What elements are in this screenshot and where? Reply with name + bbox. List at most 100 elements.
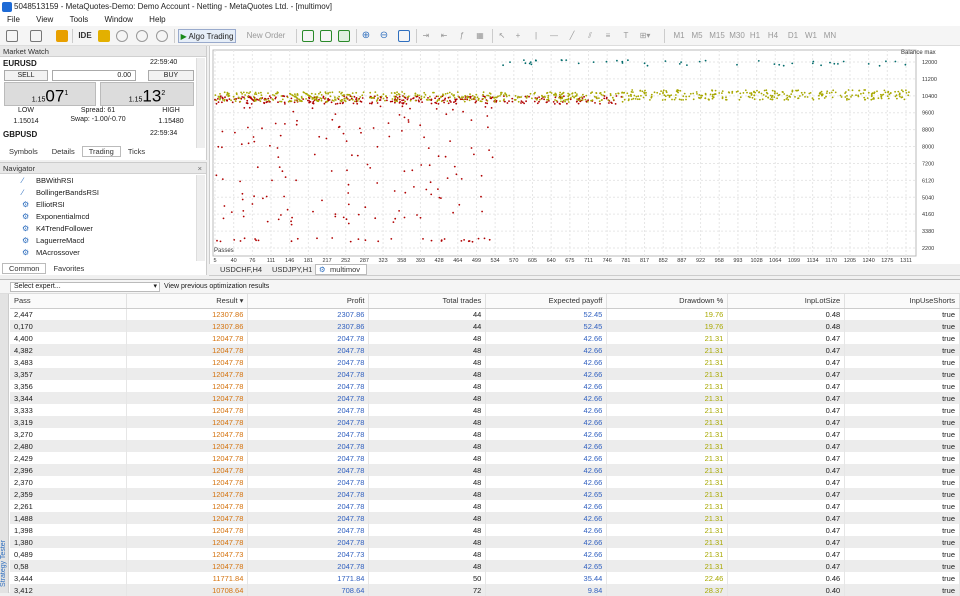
navigator-item[interactable]: ⚙ Exponentialmcd (22, 212, 89, 222)
table-row[interactable]: 2,370 12047.78 2047.78 48 42.66 21.31 0.47 true (10, 476, 960, 488)
navigator-item[interactable]: ∕ BollingerBandsRSI (22, 188, 99, 198)
tester-side-strip[interactable]: Strategy Tester (0, 294, 9, 593)
cursor-icon[interactable]: ↖ (496, 29, 508, 43)
col-drawdown[interactable]: Drawdown % (606, 294, 729, 309)
navigator-item[interactable]: ⚙ MAcrossover (22, 248, 80, 258)
timeframe-h1[interactable]: H1 (748, 29, 762, 43)
vertical-line-icon[interactable]: | (530, 29, 542, 43)
table-row[interactable]: 3,333 12047.78 2047.78 48 42.66 21.31 0.47 true (10, 404, 960, 416)
table-row[interactable]: 4,382 12047.78 2047.78 48 42.66 21.31 0.47 true (10, 344, 960, 356)
table-row[interactable]: 0,58 12047.78 2047.78 48 42.65 21.31 0.47 true (10, 560, 960, 572)
bar-chart-icon[interactable] (302, 30, 314, 42)
col-total-trades[interactable]: Total trades (368, 294, 487, 309)
profiles-icon[interactable] (30, 30, 42, 42)
navigator-item[interactable]: ∕ BBWithRSI (22, 176, 74, 186)
timeframe-m5[interactable]: M5 (690, 29, 704, 43)
table-row[interactable]: 2,480 12047.78 2047.78 48 42.66 21.31 0.47 true (10, 440, 960, 452)
navigator-item[interactable]: ⚙ ElliotRSI (22, 200, 65, 210)
cloud-icon[interactable] (136, 30, 148, 42)
channel-icon[interactable]: ⫽ (584, 29, 596, 43)
table-row[interactable]: 3,483 12047.78 2047.78 48 42.66 21.31 0.47 true (10, 356, 960, 368)
table-row[interactable]: 2,396 12047.78 2047.78 48 42.66 21.31 0.47 true (10, 464, 960, 476)
timeframe-w1[interactable]: W1 (804, 29, 818, 43)
table-row[interactable]: 3,344 12047.78 2047.78 48 42.66 21.31 0.47 true (10, 392, 960, 404)
table-row[interactable]: 4,400 12047.78 2047.78 48 42.66 21.31 0.47 true (10, 332, 960, 344)
tab-favorites[interactable]: Favorites (46, 263, 91, 274)
chart-tab-multimov[interactable]: ⚙ multimov (315, 264, 368, 275)
shapes-icon[interactable]: ⊞▾ (636, 29, 654, 43)
table-row[interactable]: 0,489 12047.73 2047.73 48 42.66 21.31 0.47 true (10, 548, 960, 560)
lock-icon[interactable] (98, 30, 110, 42)
bid-price[interactable]: 1.15071 (4, 82, 96, 106)
table-row[interactable]: 2,447 12307.86 2307.86 44 52.45 19.76 0.48 true (10, 308, 960, 320)
menu-view[interactable]: View (29, 14, 60, 26)
chart-shift-icon[interactable]: ⇤ (438, 29, 450, 43)
vps-icon[interactable] (156, 30, 168, 42)
tab-common[interactable]: Common (2, 263, 47, 274)
buy-button[interactable]: BUY (148, 70, 194, 81)
table-row[interactable]: 3,356 12047.78 2047.78 48 42.66 21.31 0.47 true (10, 380, 960, 392)
tab-details[interactable]: Details (45, 146, 82, 157)
table-row[interactable]: 3,319 12047.78 2047.78 48 42.66 21.31 0.47 true (10, 416, 960, 428)
timeframe-h4[interactable]: H4 (766, 29, 780, 43)
chart-tab-usdchf[interactable]: USDCHF,H4 (213, 264, 269, 275)
autoscroll-icon[interactable]: ⇥ (420, 29, 432, 43)
table-row[interactable]: 2,261 12047.78 2047.78 48 42.66 21.31 0.47 true (10, 500, 960, 512)
navigator-scrollbar[interactable] (196, 175, 205, 261)
indicators-icon[interactable]: ƒ (456, 29, 468, 43)
fibo-icon[interactable]: ≡ (602, 29, 614, 43)
signals-icon[interactable] (116, 30, 128, 42)
algo-trading-button[interactable]: ▶ Algo Trading (178, 29, 236, 43)
timeframe-m15[interactable]: M15 (708, 29, 726, 43)
chart-tab-usdjpy[interactable]: USDJPY,H1 (265, 264, 319, 275)
table-row[interactable]: 3,270 12047.78 2047.78 48 42.66 21.31 0.47 true (10, 428, 960, 440)
view-previous-results[interactable]: View previous optimization results (164, 282, 269, 292)
table-row[interactable]: 1,488 12047.78 2047.78 48 42.66 21.31 0.47 true (10, 512, 960, 524)
horizontal-line-icon[interactable]: — (548, 29, 560, 43)
tab-symbols[interactable]: Symbols (2, 146, 45, 157)
table-row[interactable]: 0,170 12307.86 2307.86 44 52.45 19.76 0.48 true (10, 320, 960, 332)
tab-trading[interactable]: Trading (81, 146, 121, 157)
col-pass[interactable]: Pass (10, 294, 128, 309)
new-order-button[interactable]: New Order (240, 29, 292, 43)
new-chart-icon[interactable] (6, 30, 18, 42)
menu-tools[interactable]: Tools (63, 14, 96, 26)
sell-button[interactable]: SELL (4, 70, 48, 81)
optimization-chart[interactable]: 12000 11200 10400 9600 8800 8000 7200 6120 5040 4… (209, 46, 960, 264)
zoom-in-icon[interactable]: ⊕ (360, 29, 372, 43)
timeframe-m1[interactable]: M1 (672, 29, 686, 43)
menu-file[interactable]: File (0, 14, 27, 26)
navigator-item[interactable]: ⚙ K4TrendFollower (22, 224, 93, 234)
table-row[interactable]: 3,357 12047.78 2047.78 48 42.66 21.31 0.47 true (10, 368, 960, 380)
col-inpuseshorts[interactable]: InpUseShorts (844, 294, 960, 309)
crosshair-icon[interactable]: + (512, 29, 524, 43)
menu-help[interactable]: Help (142, 14, 172, 26)
table-row[interactable]: 1,398 12047.78 2047.78 48 42.66 21.31 0.47 true (10, 524, 960, 536)
candles-icon[interactable] (320, 30, 332, 42)
timeframe-m30[interactable]: M30 (728, 29, 746, 43)
col-expected-payoff[interactable]: Expected payoff (485, 294, 608, 309)
market-watch-scrollbar[interactable] (196, 58, 205, 148)
close-icon[interactable]: × (198, 163, 202, 174)
table-row[interactable]: 3,412 10708.64 708.64 72 9.84 28.37 0.40 true (10, 584, 960, 596)
metaeditor-icon[interactable] (56, 30, 68, 42)
timeframe-mn[interactable]: MN (822, 29, 838, 43)
zoom-out-icon[interactable]: ⊖ (378, 29, 390, 43)
tab-ticks[interactable]: Ticks (121, 146, 152, 157)
col-result[interactable]: Result ▾ (126, 294, 249, 309)
table-row[interactable]: 2,359 12047.78 2047.78 48 42.65 21.31 0.47 true (10, 488, 960, 500)
table-row[interactable]: 3,444 11771.84 1771.84 50 35.44 22.46 0.46 true (10, 572, 960, 584)
ide-button[interactable]: IDE (78, 29, 92, 43)
menu-window[interactable]: Window (97, 14, 139, 26)
templates-icon[interactable]: ▦ (474, 29, 486, 43)
col-profit[interactable]: Profit (247, 294, 370, 309)
navigator-item[interactable]: ⚙ LaguerreMacd (22, 236, 84, 246)
volume-input[interactable]: 0.00 (52, 70, 136, 81)
timeframe-d1[interactable]: D1 (786, 29, 800, 43)
line-chart-icon[interactable] (338, 30, 350, 42)
tile-windows-icon[interactable] (398, 30, 410, 42)
ask-price[interactable]: 1.15132 (100, 82, 194, 106)
trendline-icon[interactable]: ╱ (566, 29, 578, 43)
text-tool-icon[interactable]: T (620, 29, 632, 43)
table-row[interactable]: 2,429 12047.78 2047.78 48 42.66 21.31 0.47 true (10, 452, 960, 464)
